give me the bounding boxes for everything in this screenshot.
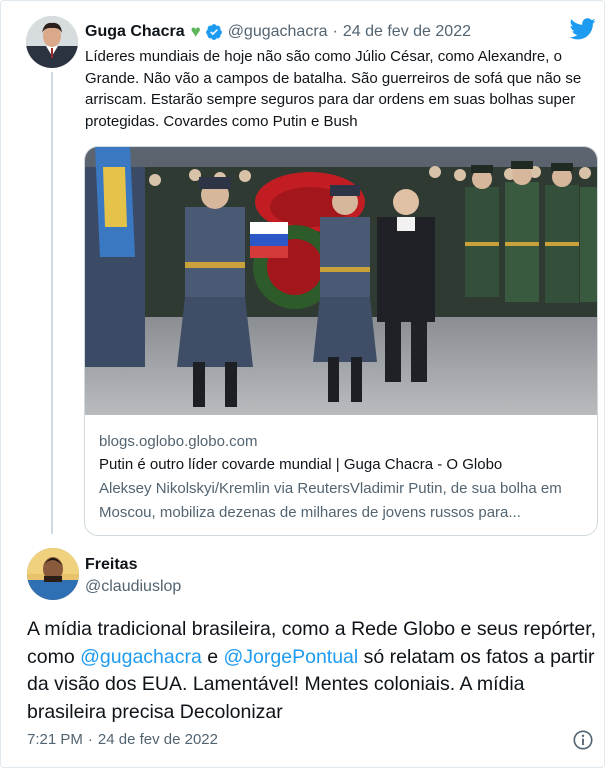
thread-connector-line	[51, 72, 53, 534]
separator-dot: ·	[87, 731, 93, 748]
main-tweet-text: A mídia tradicional brasileira, como a R…	[27, 616, 597, 726]
tweet-text-segment: e	[201, 645, 224, 668]
link-card-text: blogs.oglobo.globo.com Putin é outro líd…	[99, 431, 583, 525]
avatar-guga-chacra[interactable]	[26, 16, 78, 68]
quoted-tweet-text: Líderes mundiais de hoje não são como Jú…	[85, 48, 582, 130]
tweet-timestamp[interactable]: 7:21 PM · 24 de fev de 2022	[27, 731, 218, 748]
green-heart-icon: ♥	[190, 22, 201, 41]
author-name[interactable]: Guga Chacra	[85, 23, 185, 41]
verified-badge-icon	[205, 23, 223, 41]
link-card[interactable]: blogs.oglobo.globo.com Putin é outro líd…	[84, 146, 598, 536]
quoted-tweet-header: Guga Chacra ♥ @gugachacra · 24 de fev de…	[85, 21, 471, 43]
link-card-image	[85, 147, 597, 415]
tweet-date[interactable]: 24 de fev de 2022	[343, 23, 471, 41]
main-author-name[interactable]: Freitas	[85, 556, 137, 574]
link-card-domain: blogs.oglobo.globo.com	[99, 433, 258, 450]
mention-jorgepontual[interactable]: @JorgePontual	[224, 646, 359, 668]
separator-dot: ·	[332, 23, 338, 40]
tweet-date[interactable]: 24 de fev de 2022	[98, 731, 218, 748]
twitter-bird-icon[interactable]	[569, 18, 596, 45]
avatar-freitas[interactable]	[27, 548, 79, 600]
tweet-time[interactable]: 7:21 PM	[27, 731, 83, 748]
info-icon[interactable]	[572, 729, 594, 756]
author-handle[interactable]: @gugachacra	[228, 23, 328, 41]
link-card-description: Aleksey Nikolskyi/Kremlin via ReutersVla…	[99, 480, 562, 521]
link-card-title: Putin é outro líder covarde mundial | Gu…	[99, 456, 503, 473]
main-author-handle[interactable]: @claudiuslop	[85, 578, 181, 596]
mention-gugachacra[interactable]: @gugachacra	[80, 646, 202, 668]
